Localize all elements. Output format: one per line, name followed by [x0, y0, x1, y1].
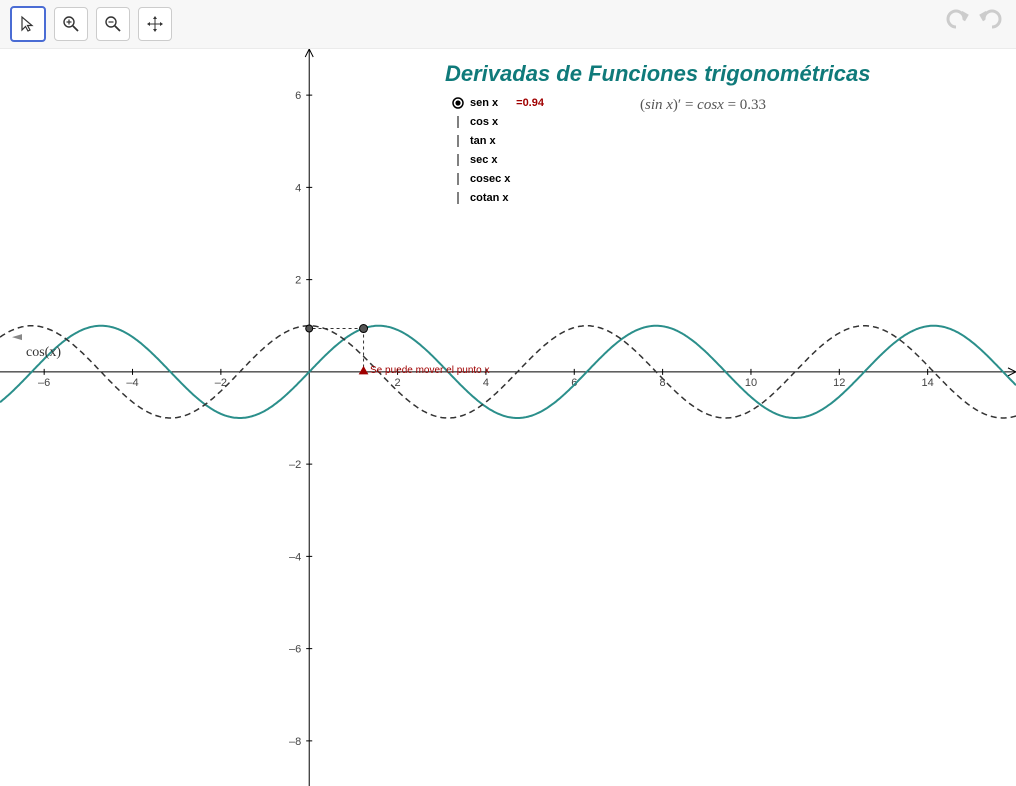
- zoom-out-tool[interactable]: [96, 7, 130, 41]
- undo-redo-group: [942, 4, 1006, 34]
- svg-text:–6: –6: [289, 644, 301, 656]
- redo-button[interactable]: [976, 4, 1006, 34]
- tick-icon: [452, 131, 464, 150]
- option-cos[interactable]: cos x: [452, 112, 544, 131]
- option-label: sec x: [470, 152, 498, 168]
- radio-selected-icon: [452, 93, 464, 112]
- zoom-in-tool[interactable]: [54, 7, 88, 41]
- option-cosec[interactable]: cosec x: [452, 169, 544, 188]
- undo-button[interactable]: [942, 4, 972, 34]
- option-label: cosec x: [470, 171, 510, 187]
- svg-text:14: 14: [922, 377, 934, 389]
- cos-axis-label: cos(x): [26, 345, 61, 361]
- move-tool[interactable]: [138, 7, 172, 41]
- svg-text:12: 12: [833, 377, 845, 389]
- svg-text:–6: –6: [38, 377, 50, 389]
- option-label: cos x: [470, 114, 498, 130]
- tick-icon: [452, 188, 464, 207]
- cos-value: 0.33: [740, 97, 766, 113]
- option-label: tan x: [470, 133, 496, 149]
- svg-text:6: 6: [295, 90, 301, 102]
- svg-text:–2: –2: [289, 459, 301, 471]
- svg-text:–8: –8: [289, 736, 301, 748]
- tick-icon: [452, 112, 464, 131]
- option-value: =0.94: [516, 95, 544, 111]
- drag-hint: Se puede mover el punto x: [370, 365, 490, 376]
- tick-icon: [452, 169, 464, 188]
- option-sen[interactable]: sen x =0.94: [452, 93, 544, 112]
- svg-text:4: 4: [483, 377, 489, 389]
- option-cotan[interactable]: cotan x: [452, 188, 544, 207]
- svg-text:10: 10: [745, 377, 757, 389]
- svg-text:–4: –4: [126, 377, 138, 389]
- option-label: cotan x: [470, 190, 509, 206]
- tick-icon: [452, 150, 464, 169]
- option-tan[interactable]: tan x: [452, 131, 544, 150]
- svg-text:2: 2: [295, 275, 301, 287]
- toolbar: [0, 0, 1016, 49]
- svg-text:–2: –2: [215, 377, 227, 389]
- svg-text:–4: –4: [289, 551, 301, 563]
- svg-text:2: 2: [395, 377, 401, 389]
- derivative-formula: (sin x)′ = cosx = 0.33: [640, 97, 766, 114]
- option-sec[interactable]: sec x: [452, 150, 544, 169]
- option-label: sen x: [470, 95, 498, 111]
- pointer-tool[interactable]: [10, 6, 46, 42]
- graphics-view[interactable]: –6–4–22468101214–8–6–4–2246 Derivadas de…: [0, 49, 1016, 786]
- function-selector: sen x =0.94 cos x tan x sec x cosec x co…: [452, 93, 544, 207]
- page-title: Derivadas de Funciones trigonométricas: [445, 61, 870, 87]
- svg-text:4: 4: [295, 182, 301, 194]
